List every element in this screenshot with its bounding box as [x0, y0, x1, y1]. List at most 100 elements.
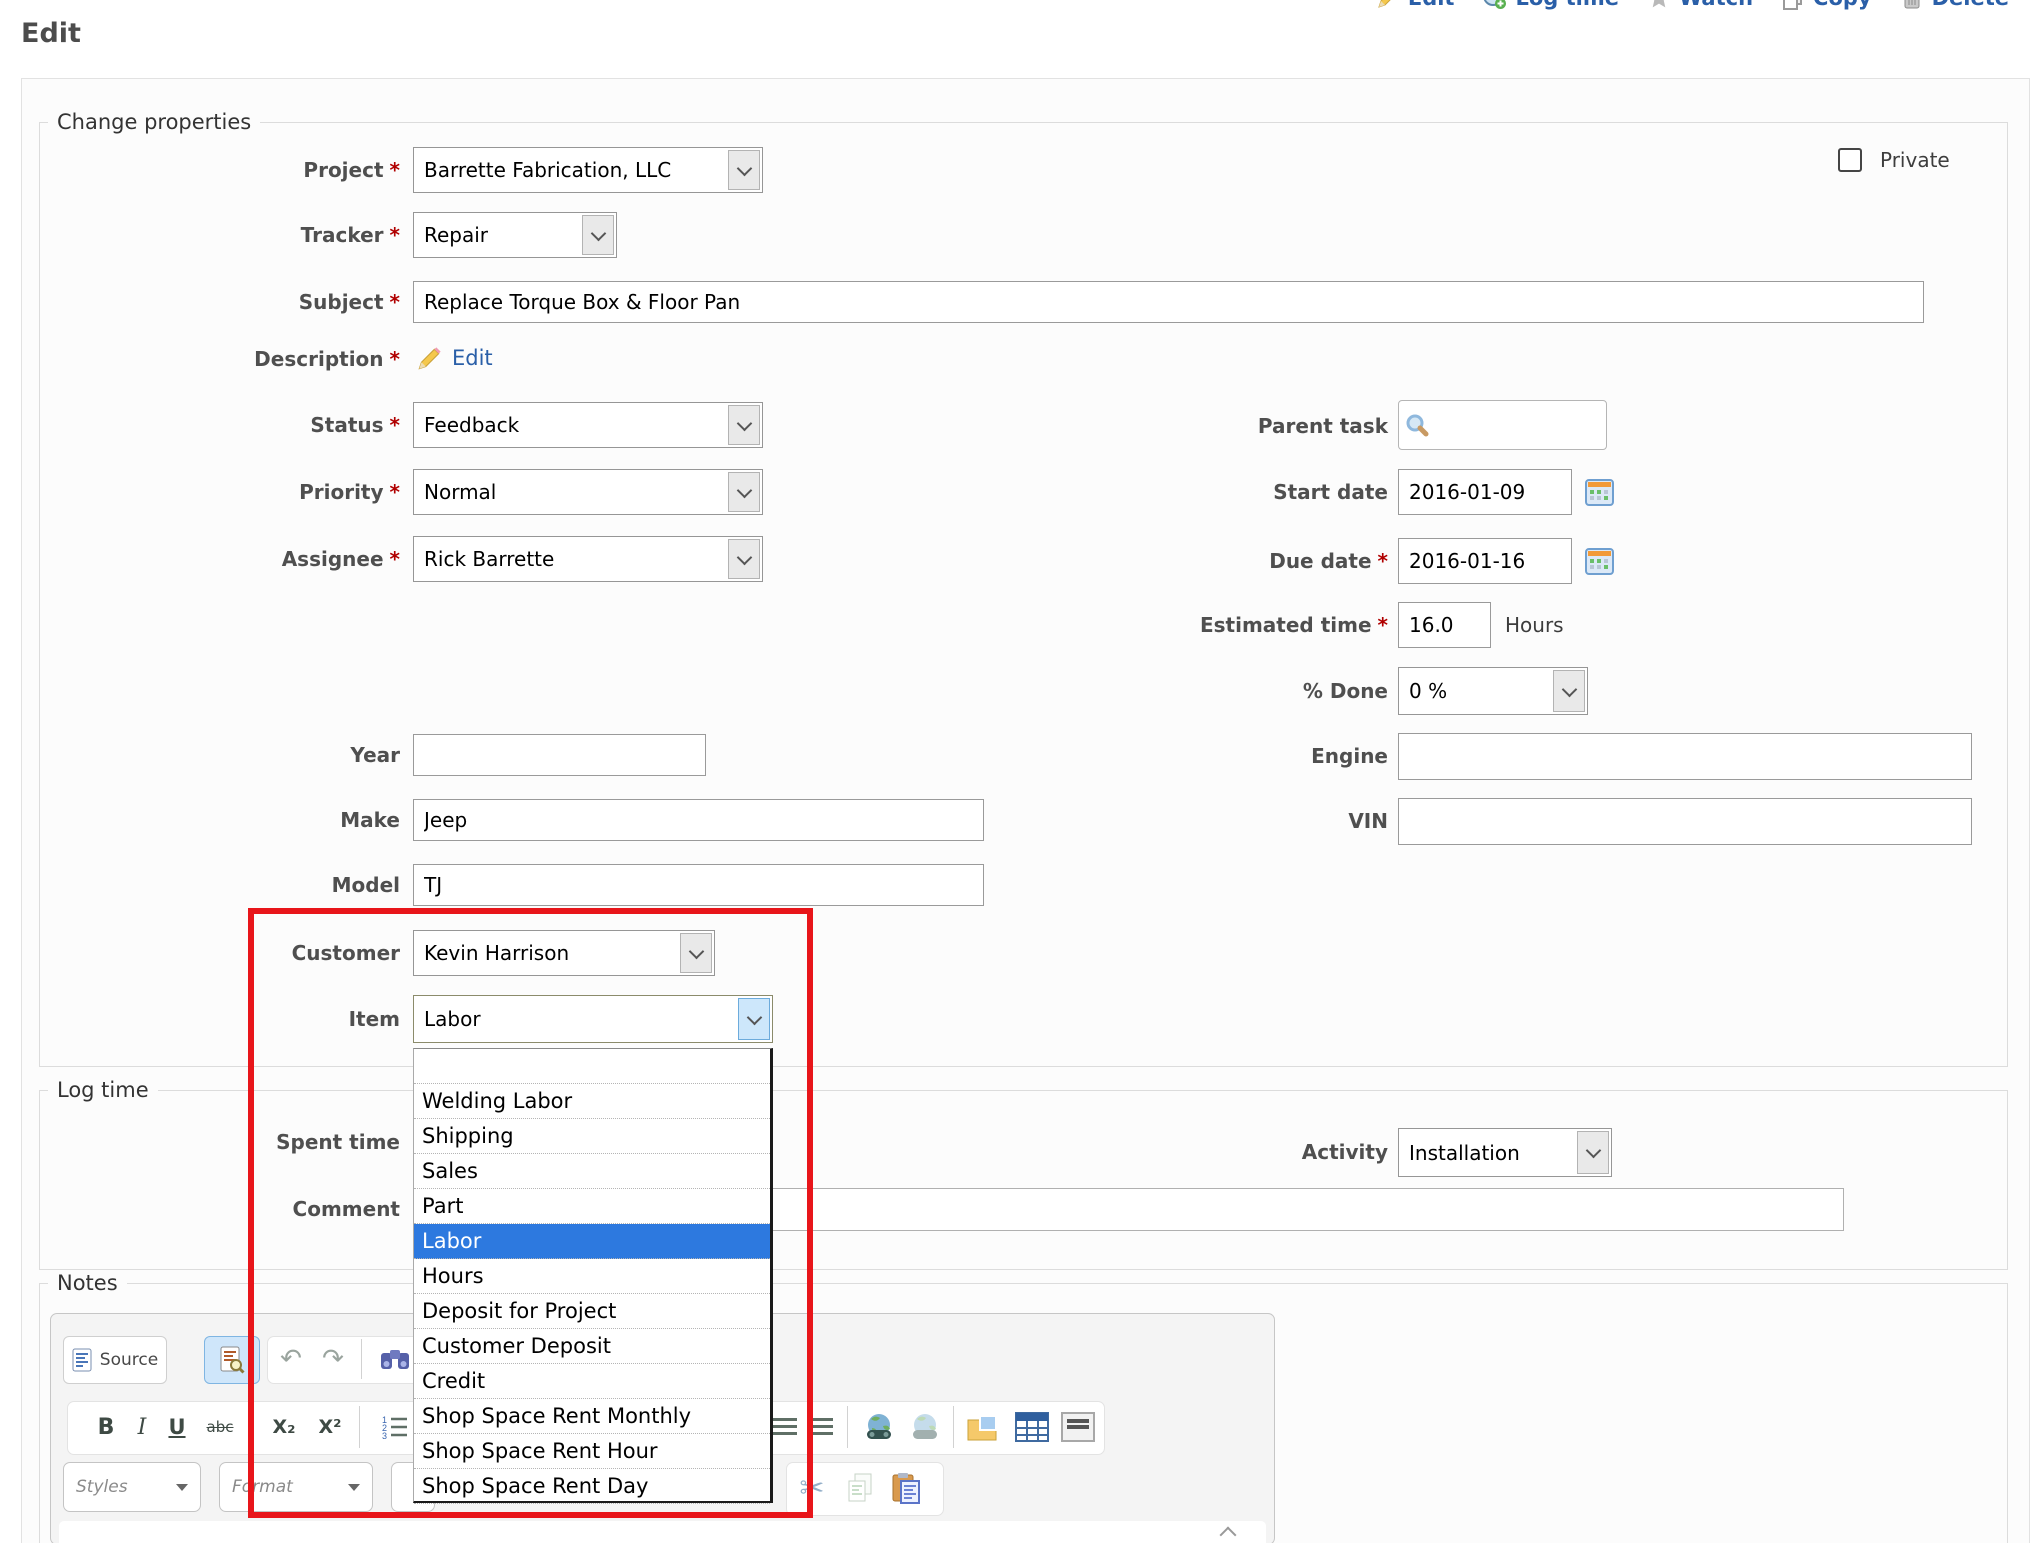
- calendar-icon[interactable]: [1585, 548, 1614, 575]
- justify-block-icon[interactable]: [803, 1401, 837, 1453]
- source-button[interactable]: Source: [63, 1336, 167, 1384]
- item-label: Item: [60, 995, 400, 1043]
- chevron-down-icon[interactable]: [1577, 1131, 1609, 1174]
- chevron-down-icon[interactable]: [738, 998, 770, 1040]
- edit-link[interactable]: Edit: [1376, 0, 1455, 10]
- customer-label: Customer: [60, 930, 400, 976]
- status-select[interactable]: Feedback: [413, 402, 763, 448]
- model-label: Model: [60, 864, 400, 906]
- log-time-fieldset: [39, 1090, 2008, 1270]
- dropdown-option[interactable]: Welding Labor: [414, 1084, 770, 1119]
- spent-time-label: Spent time: [60, 1119, 400, 1165]
- source-code-icon: [72, 1348, 92, 1372]
- parent-task-input[interactable]: [1398, 400, 1607, 450]
- change-properties-fieldset: [39, 122, 2008, 1067]
- dropdown-option[interactable]: Shop Space Rent Monthly: [414, 1399, 770, 1434]
- dropdown-option[interactable]: Part: [414, 1189, 770, 1224]
- styles-combo[interactable]: Styles: [63, 1462, 201, 1512]
- dropdown-option[interactable]: Sales: [414, 1154, 770, 1189]
- description-label: Description*: [60, 338, 400, 380]
- dropdown-option[interactable]: Credit: [414, 1364, 770, 1399]
- scroll-up-icon[interactable]: [1220, 1527, 1237, 1543]
- div-container-icon[interactable]: [1057, 1401, 1099, 1453]
- bold-button[interactable]: B: [89, 1401, 123, 1453]
- copy-link[interactable]: Copy: [1781, 0, 1872, 10]
- numbered-list-icon[interactable]: 123: [377, 1401, 413, 1453]
- watch-link[interactable]: Watch: [1647, 0, 1753, 10]
- paste-clipboard-icon[interactable]: [885, 1462, 927, 1514]
- start-date-input[interactable]: [1398, 469, 1572, 515]
- clock-add-icon: [1482, 0, 1507, 10]
- chevron-down-icon[interactable]: [680, 933, 712, 973]
- find-binoculars-icon[interactable]: [377, 1336, 413, 1382]
- estimated-time-input[interactable]: [1398, 602, 1491, 648]
- delete-link[interactable]: Delete: [1900, 0, 2009, 10]
- chevron-down-icon[interactable]: [728, 405, 760, 445]
- image-icon[interactable]: [963, 1401, 1005, 1453]
- strikethrough-button[interactable]: abc: [197, 1401, 243, 1453]
- dropdown-option-selected[interactable]: Labor: [414, 1224, 770, 1259]
- engine-input[interactable]: [1398, 733, 1972, 780]
- chevron-down-icon[interactable]: [582, 215, 614, 255]
- activity-select[interactable]: Installation: [1398, 1128, 1612, 1177]
- document-magnifier-icon: [219, 1346, 245, 1374]
- hours-unit-label: Hours: [1505, 602, 1564, 648]
- year-input[interactable]: [413, 734, 706, 776]
- percent-done-select[interactable]: 0 %: [1398, 667, 1588, 715]
- dropdown-option[interactable]: Shop Space Rent Day: [414, 1469, 770, 1504]
- underline-button[interactable]: U: [159, 1401, 195, 1453]
- page-title: Edit: [21, 18, 81, 49]
- due-date-label: Due date*: [1048, 538, 1388, 584]
- tracker-select[interactable]: Repair: [413, 212, 617, 258]
- item-select[interactable]: Labor: [413, 995, 773, 1043]
- cut-scissors-icon[interactable]: ✂: [792, 1462, 832, 1514]
- private-checkbox[interactable]: [1838, 148, 1862, 172]
- dropdown-option[interactable]: Shipping: [414, 1119, 770, 1154]
- unlink-icon[interactable]: [905, 1401, 945, 1453]
- superscript-button[interactable]: X²: [309, 1401, 351, 1453]
- table-icon[interactable]: [1011, 1401, 1053, 1453]
- change-properties-legend: Change properties: [48, 110, 260, 134]
- chevron-down-icon[interactable]: [728, 472, 760, 512]
- calendar-icon[interactable]: [1585, 479, 1614, 506]
- status-label: Status*: [60, 402, 400, 448]
- start-date-label: Start date: [1048, 469, 1388, 515]
- estimated-time-label: Estimated time*: [1048, 602, 1388, 648]
- dropdown-option[interactable]: Customer Deposit: [414, 1329, 770, 1364]
- pencil-icon: [415, 345, 443, 373]
- dropdown-option[interactable]: Deposit for Project: [414, 1294, 770, 1329]
- assignee-select[interactable]: Rick Barrette: [413, 536, 763, 582]
- model-input[interactable]: [413, 864, 984, 906]
- undo-icon[interactable]: ↶: [273, 1336, 309, 1382]
- engine-label: Engine: [1048, 733, 1388, 780]
- make-input[interactable]: [413, 799, 984, 841]
- dropdown-option[interactable]: Hours: [414, 1259, 770, 1294]
- redo-icon[interactable]: ↷: [315, 1336, 351, 1382]
- link-icon[interactable]: [859, 1401, 899, 1453]
- subscript-button[interactable]: X₂: [263, 1401, 305, 1453]
- customer-select[interactable]: Kevin Harrison: [413, 930, 715, 976]
- subject-input[interactable]: [413, 281, 1924, 323]
- preview-button[interactable]: [204, 1336, 260, 1384]
- due-date-input[interactable]: [1398, 538, 1572, 584]
- copy-document-icon[interactable]: [840, 1462, 880, 1514]
- description-edit-link[interactable]: Edit: [452, 346, 493, 370]
- item-dropdown-list: Welding Labor Shipping Sales Part Labor …: [413, 1048, 773, 1503]
- parent-task-label: Parent task: [1048, 400, 1388, 452]
- dropdown-option[interactable]: Shop Space Rent Hour: [414, 1434, 770, 1469]
- log-time-link[interactable]: Log time: [1482, 0, 1619, 10]
- chevron-down-icon[interactable]: [728, 150, 760, 190]
- editor-content-area[interactable]: [59, 1521, 1266, 1543]
- log-time-legend: Log time: [48, 1078, 158, 1102]
- priority-label: Priority*: [60, 469, 400, 515]
- priority-select[interactable]: Normal: [413, 469, 763, 515]
- notes-legend: Notes: [48, 1271, 127, 1295]
- format-combo[interactable]: Format: [219, 1462, 373, 1512]
- italic-button[interactable]: I: [127, 1401, 157, 1453]
- chevron-down-icon[interactable]: [1553, 670, 1585, 712]
- dropdown-option[interactable]: [414, 1049, 770, 1084]
- project-select[interactable]: Barrette Fabrication, LLC: [413, 147, 763, 193]
- magnifier-icon: [1403, 412, 1431, 440]
- chevron-down-icon[interactable]: [728, 539, 760, 579]
- vin-input[interactable]: [1398, 798, 1972, 845]
